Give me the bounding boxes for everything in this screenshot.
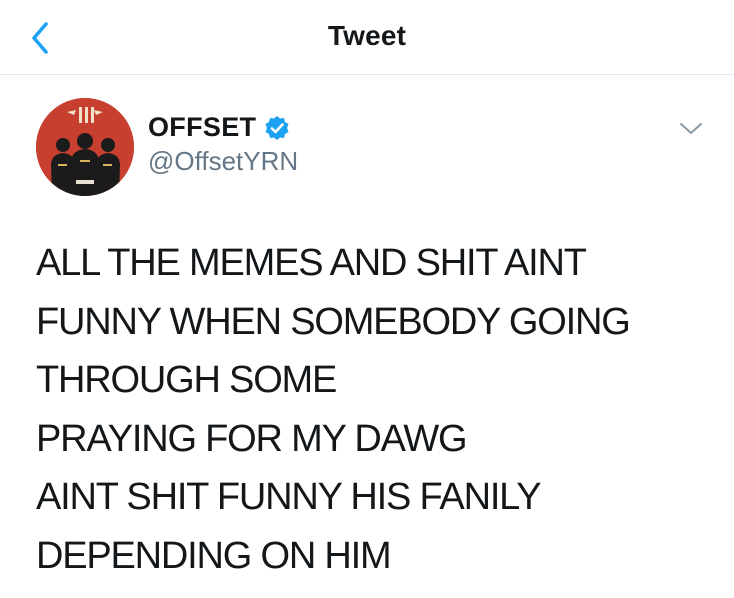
user-handle[interactable]: @OffsetYRN — [148, 146, 298, 177]
avatar-image — [36, 98, 134, 196]
tweet-text: ALL THE MEMES AND SHIT AINT FUNNY WHEN S… — [36, 234, 716, 585]
tweet-text-line: DEPENDING ON HIM — [36, 534, 392, 577]
display-name-row: OFFSET — [148, 112, 290, 143]
tweet-text-line: AINT SHIT FUNNY HIS FANILY — [36, 476, 542, 518]
verified-badge-icon — [265, 115, 289, 140]
tweet-text-line: THROUGH SOME — [36, 359, 337, 401]
page-title: Tweet — [327, 20, 407, 51]
avatar[interactable] — [36, 98, 134, 196]
chevron-down-icon — [680, 123, 702, 134]
tweet-text-line: PRAYING FOR MY DAWG — [36, 417, 468, 460]
tweet-text-line: ALL THE MEMES AND SHIT AINT — [36, 242, 587, 284]
top-navigation-bar: Tweet — [0, 0, 734, 75]
tweet-author: OFFSET @OffsetYRN — [36, 98, 702, 198]
tweet-text-line: FUNNY WHEN SOMEBODY GOING — [36, 300, 631, 343]
display-name[interactable]: OFFSET — [148, 112, 256, 143]
tweet-options-button[interactable] — [678, 118, 704, 138]
